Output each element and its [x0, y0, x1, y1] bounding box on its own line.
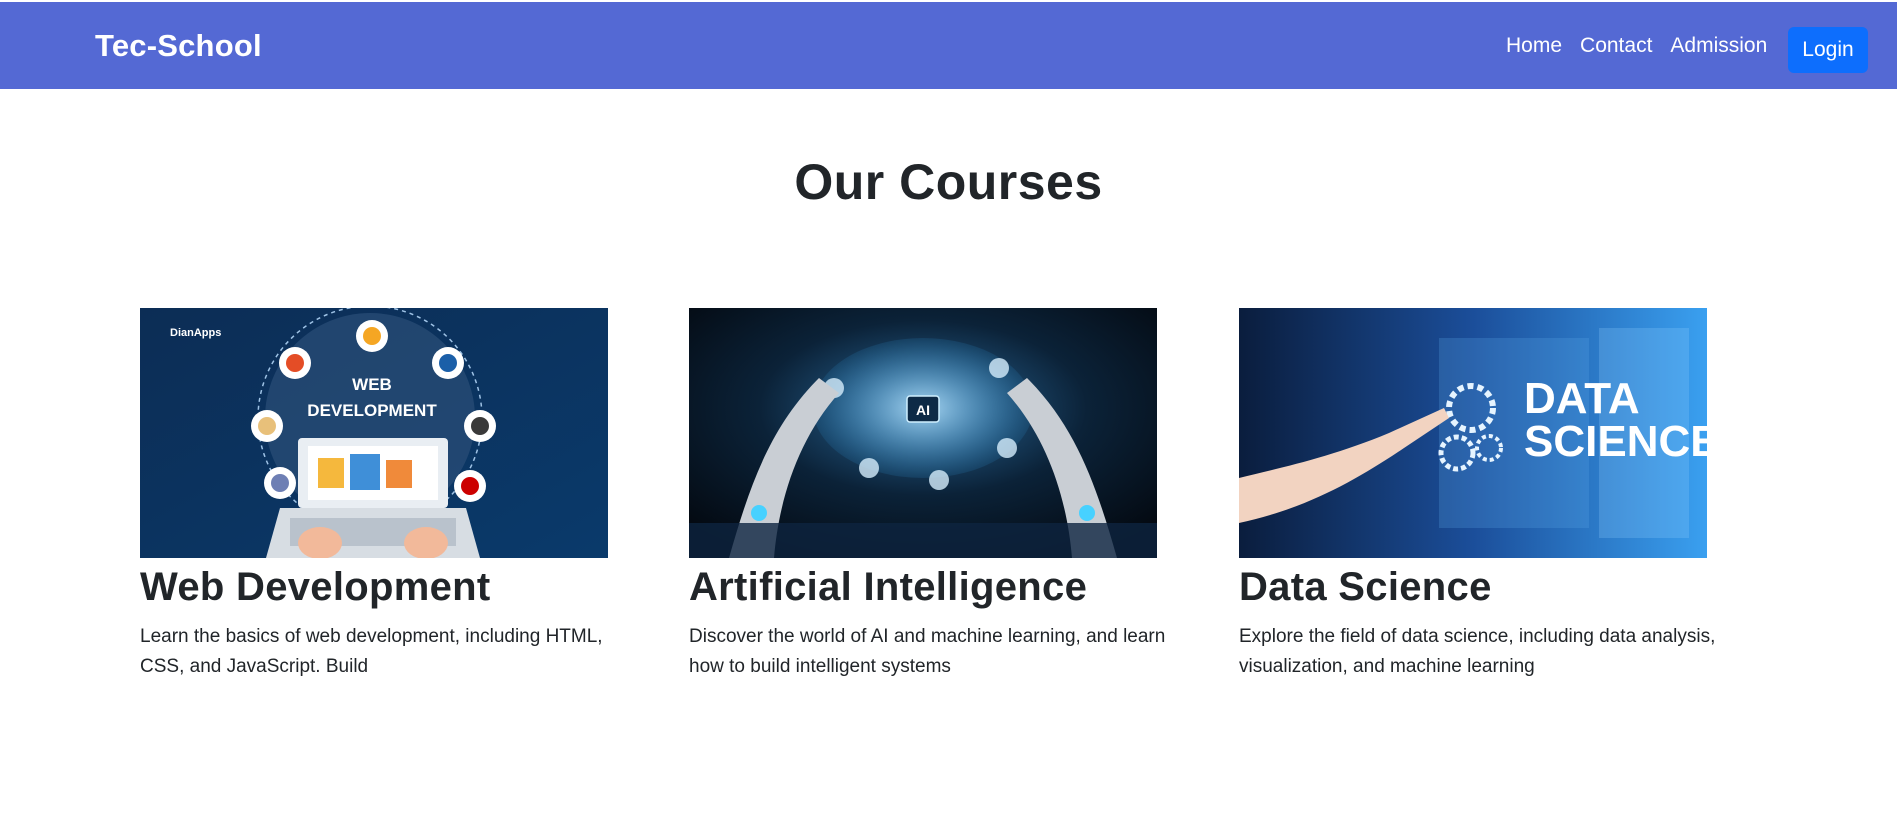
data-science-image: DATA SCIENCE — [1239, 308, 1707, 558]
course-title: Artificial Intelligence — [689, 565, 1088, 609]
ds-banner-line-1: DATA — [1524, 374, 1640, 423]
course-title: Data Science — [1239, 565, 1492, 609]
web-banner-line-1: WEB — [352, 375, 392, 394]
course-title: Web Development — [140, 565, 491, 609]
course-description: Explore the field of data science, inclu… — [1239, 626, 1716, 677]
artificial-intelligence-image: AI — [689, 308, 1157, 558]
course-card-web-development: WEB DEVELOPMENT DianApps Web Development… — [140, 308, 640, 682]
page-title: Our Courses — [794, 154, 1103, 210]
dianapps-logo-text: DianApps — [170, 327, 221, 339]
nav-home-link[interactable]: Home — [1506, 33, 1562, 59]
nav-admission-link[interactable]: Admission — [1670, 33, 1767, 59]
nav-links: Home Contact Admission — [1506, 33, 1785, 59]
course-card-data-science: DATA SCIENCE Data Science Explore the fi… — [1239, 308, 1739, 682]
login-button[interactable]: Login — [1788, 27, 1868, 73]
course-card-artificial-intelligence: AI Artificial Intelligence Discover the … — [689, 308, 1189, 682]
course-description: Discover the world of AI and machine lea… — [689, 626, 1166, 677]
nav-contact-link[interactable]: Contact — [1580, 33, 1652, 59]
ai-chip-label: AI — [916, 402, 930, 418]
web-banner-line-2: DEVELOPMENT — [307, 401, 437, 420]
navbar: Tec-School Home Contact Admission Login — [0, 2, 1897, 89]
brand-logo[interactable]: Tec-School — [95, 28, 262, 64]
web-development-image: WEB DEVELOPMENT DianApps — [140, 308, 608, 558]
ds-banner-line-2: SCIENCE — [1524, 417, 1707, 466]
course-description: Learn the basics of web development, inc… — [140, 626, 603, 677]
